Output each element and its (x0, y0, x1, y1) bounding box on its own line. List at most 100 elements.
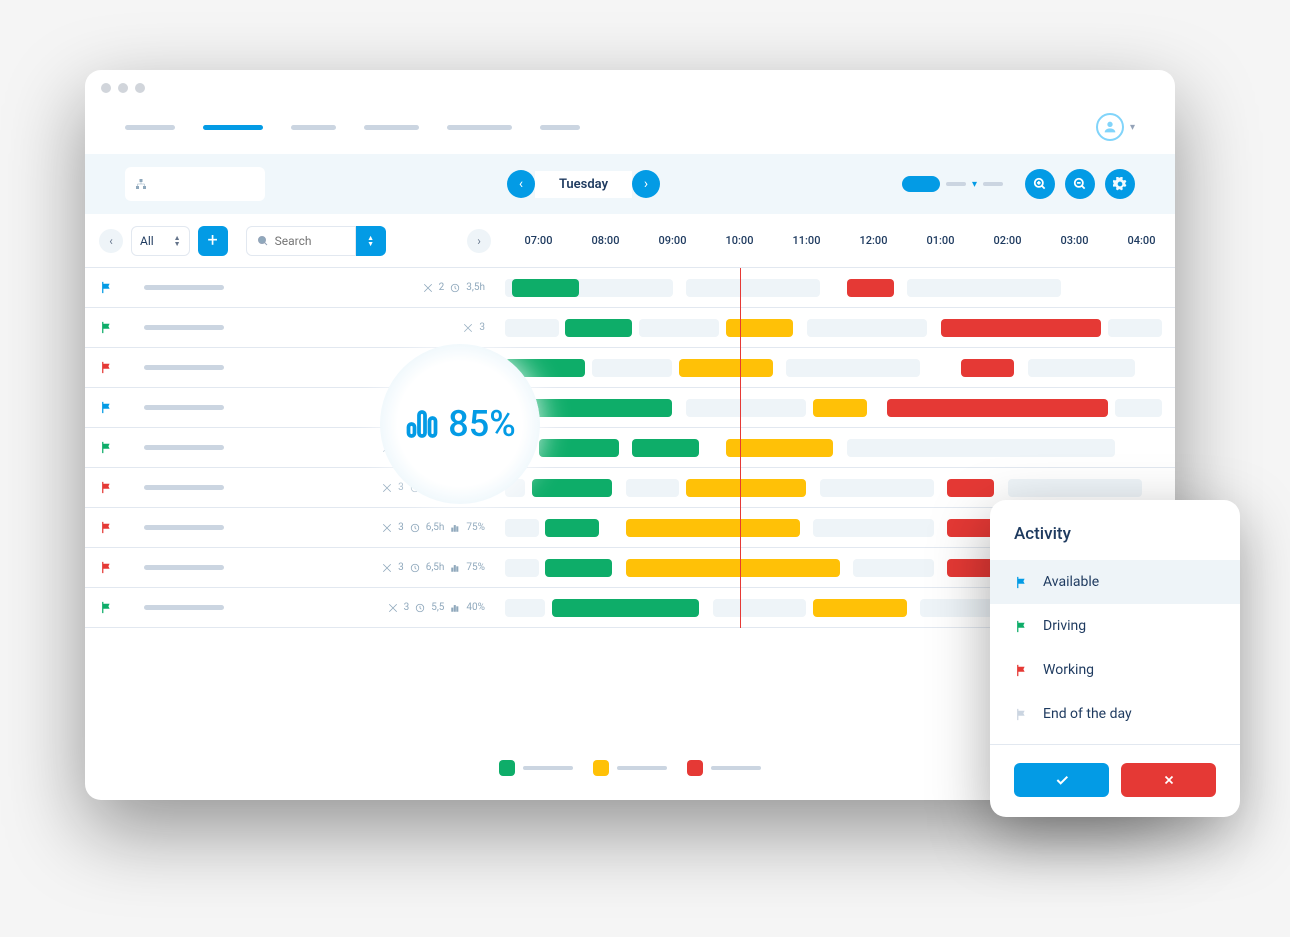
timeline-bar (639, 319, 719, 337)
activity-label: Working (1043, 662, 1094, 678)
scroll-left-button[interactable]: ‹ (99, 229, 123, 253)
check-icon (1054, 772, 1070, 788)
timeline-bar[interactable] (847, 279, 894, 297)
search-input[interactable] (275, 234, 345, 248)
resource-name (144, 525, 224, 530)
time-label: 11:00 (773, 234, 840, 247)
timeline-bar (847, 439, 1115, 457)
timeline-bar (1028, 359, 1135, 377)
timeline-bar[interactable] (726, 319, 793, 337)
scroll-right-button[interactable]: › (467, 229, 491, 253)
timeline-bar[interactable] (626, 519, 800, 537)
activity-option[interactable]: Driving (990, 604, 1240, 648)
titlebar (85, 70, 1175, 106)
user-menu[interactable]: ▾ (1096, 113, 1135, 141)
resource-stats: 35,540% (388, 602, 485, 613)
stat-bubble: 85% (380, 344, 540, 504)
filter-select[interactable]: All ▲▼ (131, 226, 190, 256)
resource-name (144, 365, 224, 370)
filter-dropdown[interactable] (125, 167, 265, 201)
timeline-bar[interactable] (626, 559, 840, 577)
sort-button[interactable]: ▲▼ (356, 226, 386, 256)
zoom-in-button[interactable] (1025, 169, 1055, 199)
resource-row[interactable]: 35,540% (85, 588, 505, 628)
timeline-bar (626, 479, 680, 497)
window-dot (101, 83, 111, 93)
timeline-bar[interactable] (947, 479, 994, 497)
nav-tab[interactable] (125, 125, 175, 130)
nav-tab[interactable] (291, 125, 336, 130)
flag-icon (1014, 663, 1029, 678)
timeline-bar[interactable] (813, 599, 907, 617)
prev-day-button[interactable]: ‹ (507, 170, 535, 198)
resource-stats: 3 (463, 322, 485, 333)
resource-row[interactable]: 3 (85, 308, 505, 348)
time-label: 08:00 (572, 234, 639, 247)
timeline-row[interactable] (505, 348, 1175, 388)
activity-option[interactable]: Available (990, 560, 1240, 604)
flag-icon (99, 280, 114, 295)
nav-tab[interactable] (540, 125, 580, 130)
legend-item (593, 760, 667, 776)
cancel-button[interactable] (1121, 763, 1216, 797)
add-button[interactable]: + (198, 226, 228, 256)
flag-icon (99, 440, 114, 455)
chevron-down-icon: ▾ (1130, 122, 1135, 133)
resource-name (144, 485, 224, 490)
resource-row[interactable]: 36,5h75% (85, 508, 505, 548)
settings-button[interactable] (1105, 169, 1135, 199)
timeline-row[interactable] (505, 428, 1175, 468)
activity-option[interactable]: End of the day (990, 692, 1240, 736)
nav-tab[interactable] (364, 125, 419, 130)
timeline-bar[interactable] (565, 319, 632, 337)
timeline-bar[interactable] (726, 439, 833, 457)
nav-tab[interactable] (447, 125, 512, 130)
timeline-bar[interactable] (545, 559, 612, 577)
window-dot (135, 83, 145, 93)
zoom-out-button[interactable] (1065, 169, 1095, 199)
date-label: Tuesday (535, 171, 632, 198)
timeline-bar[interactable] (813, 399, 867, 417)
search-input-wrap[interactable] (246, 226, 356, 256)
nav-tab[interactable] (203, 125, 263, 130)
time-label: 02:00 (974, 234, 1041, 247)
timeline-bar[interactable] (632, 439, 699, 457)
dropdown-caret-icon[interactable]: ▾ (972, 179, 977, 190)
timeline-bar[interactable] (552, 599, 699, 617)
activity-label: Driving (1043, 618, 1086, 634)
timeline-bar[interactable] (545, 519, 599, 537)
timeline-row[interactable] (505, 388, 1175, 428)
timeline-bar (592, 359, 672, 377)
timeline-bar[interactable] (686, 479, 807, 497)
resource-row[interactable]: 36,5h75% (85, 548, 505, 588)
timeline-bar[interactable] (512, 279, 579, 297)
timeline-bar[interactable] (961, 359, 1015, 377)
time-label: 12:00 (840, 234, 907, 247)
timeline-row[interactable] (505, 268, 1175, 308)
flag-icon (99, 600, 114, 615)
activity-option[interactable]: Working (990, 648, 1240, 692)
timeline-bar[interactable] (539, 439, 619, 457)
confirm-button[interactable] (1014, 763, 1109, 797)
timeline-bar (505, 519, 539, 537)
time-label: 01:00 (907, 234, 974, 247)
topbar: ▾ (85, 106, 1175, 148)
window-dot (118, 83, 128, 93)
resource-row[interactable]: 23,5h (85, 268, 505, 308)
time-label: 03:00 (1041, 234, 1108, 247)
time-label: 04:00 (1108, 234, 1175, 247)
timeline-bar[interactable] (887, 399, 1108, 417)
timeline-bar[interactable] (679, 359, 773, 377)
timeline-bar (505, 559, 539, 577)
resource-name (144, 605, 224, 610)
toggle-pill[interactable] (902, 176, 940, 192)
flag-icon (99, 400, 114, 415)
timeline-bar[interactable] (941, 319, 1102, 337)
timeline-bar[interactable] (532, 479, 612, 497)
toolbar-actions: ▾ (902, 169, 1135, 199)
timeline-bar (1115, 399, 1162, 417)
timeline-row[interactable] (505, 308, 1175, 348)
next-day-button[interactable]: › (632, 170, 660, 198)
timeline-bar (813, 519, 934, 537)
controls-row: ‹ All ▲▼ + ▲▼ › (85, 214, 505, 268)
